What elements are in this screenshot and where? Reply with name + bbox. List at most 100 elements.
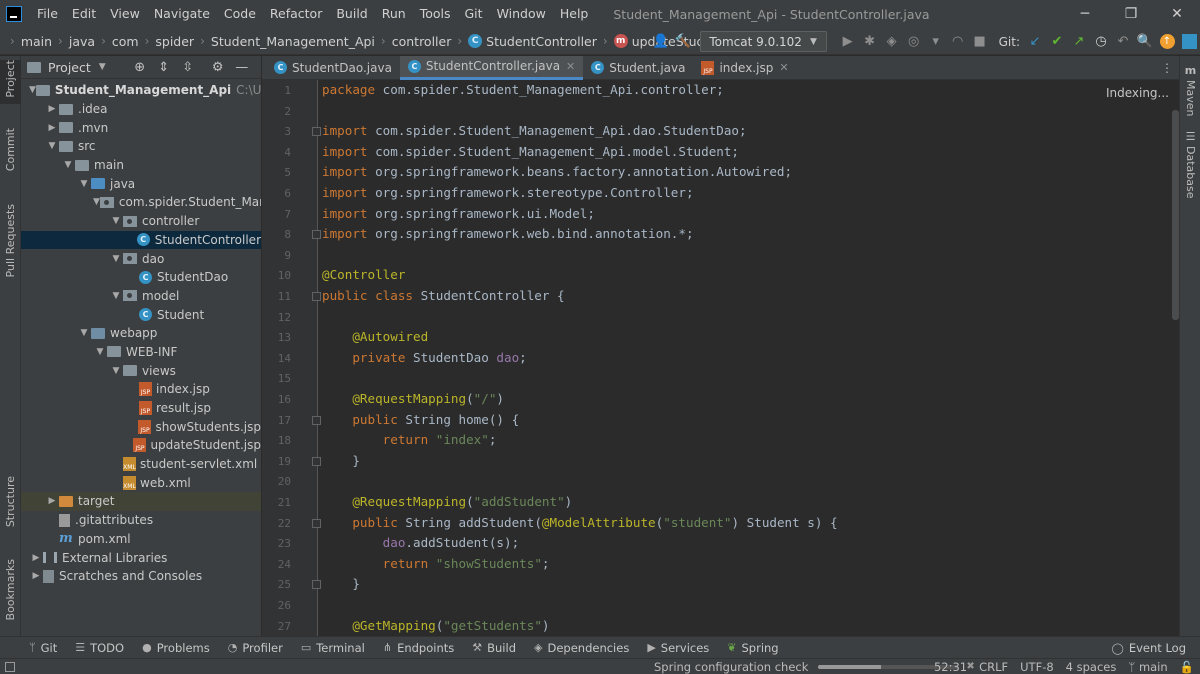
breadcrumb-item[interactable]: main — [19, 34, 54, 49]
tree-item[interactable]: ▼ Student_Management_Api C:\Users\KR — [21, 81, 261, 100]
lock-icon[interactable]: 🔓 — [1180, 660, 1194, 674]
tree-item[interactable]: ▶CStudent — [21, 305, 261, 324]
git-update-icon[interactable]: ↙ — [1024, 31, 1046, 53]
menu-code[interactable]: Code — [217, 0, 263, 28]
menu-run[interactable]: Run — [375, 0, 413, 28]
chevron-right-icon[interactable]: ▶ — [29, 553, 43, 563]
chevron-down-icon[interactable]: ▼ — [109, 254, 123, 264]
chevron-down-icon[interactable]: ▼ — [77, 179, 91, 189]
tool-tab-maven[interactable]: m Maven — [1180, 64, 1200, 116]
run-configuration-select[interactable]: Tomcat 9.0.102 ▼ — [699, 31, 827, 52]
editor-tab[interactable]: C StudentDao.java — [266, 56, 400, 80]
caret-position[interactable]: 52:31 — [934, 660, 967, 674]
code-editor[interactable]: 1 2 3 4 5 6 7 8 9 10 11 12 13 14 15 16 17 18 19 20 21 22 23 24 2… — [262, 80, 1179, 636]
tree-item[interactable]: ▼ dao — [21, 249, 261, 268]
tree-item[interactable]: ▼ model — [21, 287, 261, 306]
editor-scrollbar[interactable] — [1172, 110, 1179, 320]
fold-marker-icon[interactable] — [312, 127, 321, 137]
attach-icon[interactable]: ◠ — [947, 31, 969, 53]
tree-item[interactable]: ▶ target — [21, 492, 261, 511]
tool-button-todo[interactable]: ☰ TODO — [66, 641, 133, 655]
hide-icon[interactable]: — — [231, 56, 253, 78]
tree-item[interactable]: ▶XMLweb.xml — [21, 473, 261, 492]
tree-item[interactable]: ▶JSPresult.jsp — [21, 399, 261, 418]
tool-button-profiler[interactable]: ◔ Profiler — [219, 641, 292, 655]
indent-setting[interactable]: 4 spaces — [1066, 660, 1117, 674]
fold-marker-icon[interactable] — [312, 518, 321, 528]
tool-button-terminal[interactable]: ▭ Terminal — [292, 641, 374, 655]
breadcrumb-item[interactable]: Student_Management_Api — [209, 34, 377, 49]
close-window-button[interactable]: ✕ — [1154, 0, 1200, 28]
search-icon[interactable]: 🔍 — [1134, 31, 1156, 53]
gear-icon[interactable]: ⚙ — [207, 56, 229, 78]
chevron-down-icon[interactable]: ▼ — [93, 347, 107, 357]
menu-file[interactable]: File — [30, 0, 65, 28]
plugin-icon[interactable] — [1178, 31, 1200, 53]
project-view-title[interactable]: Project — [48, 60, 91, 75]
chevron-down-icon[interactable]: ▼ — [45, 141, 59, 151]
fold-marker-icon[interactable] — [312, 292, 321, 301]
tree-item[interactable]: ▶.gitattributes — [21, 511, 261, 530]
menu-edit[interactable]: Edit — [65, 0, 103, 28]
chevron-right-icon[interactable]: ▶ — [45, 104, 59, 114]
tree-item[interactable]: ▼ src — [21, 137, 261, 156]
background-task[interactable]: Spring configuration check ✖ — [654, 660, 975, 674]
tree-item[interactable]: ▶JSPshowStudents.jsp — [21, 417, 261, 436]
tool-tab-bookmarks[interactable]: Bookmarks — [0, 559, 21, 620]
tool-button-problems[interactable]: ● Problems — [133, 641, 219, 655]
tree-item[interactable]: ▼ views — [21, 361, 261, 380]
tree-item[interactable]: ▼ controller — [21, 212, 261, 231]
tool-button-dependencies[interactable]: ◈ Dependencies — [525, 641, 638, 655]
tree-item[interactable]: ▼ WEB-INF — [21, 343, 261, 362]
tool-tab-database[interactable]: ☰ Database — [1180, 130, 1200, 199]
tool-button-build[interactable]: ⚒ Build — [463, 641, 525, 655]
git-push-icon[interactable]: ↗ — [1068, 31, 1090, 53]
editor-tab[interactable]: C Student.java — [583, 56, 693, 80]
breadcrumb-item[interactable]: C StudentController — [466, 34, 599, 49]
user-icon[interactable]: 👤 — [650, 31, 672, 53]
breadcrumb-item[interactable]: com — [110, 34, 141, 49]
fold-marker-icon[interactable] — [312, 580, 321, 590]
update-available-icon[interactable]: ↑ — [1156, 31, 1178, 53]
collapse-all-icon[interactable]: ⇳ — [177, 56, 199, 78]
chevron-right-icon[interactable]: ▶ — [45, 123, 59, 133]
chevron-right-icon[interactable]: ▶ — [29, 571, 43, 581]
tree-item[interactable]: ▶ .idea — [21, 100, 261, 119]
line-separator[interactable]: CRLF — [979, 660, 1008, 674]
menu-git[interactable]: Git — [458, 0, 490, 28]
menu-refactor[interactable]: Refactor — [263, 0, 329, 28]
close-tab-icon[interactable]: ✕ — [566, 60, 575, 73]
chevron-down-icon[interactable]: ▼ — [109, 366, 123, 376]
build-hammer-icon[interactable]: 🔨 — [672, 31, 694, 53]
editor-tab[interactable]: JSP index.jsp ✕ — [693, 56, 796, 80]
fold-marker-icon[interactable] — [312, 415, 321, 425]
event-log-button[interactable]: ◯ Event Log — [1112, 637, 1186, 659]
tool-tab-structure[interactable]: Structure — [0, 476, 21, 527]
chevron-down-icon[interactable]: ▼ — [93, 197, 100, 207]
minimize-button[interactable]: ─ — [1062, 0, 1108, 28]
fold-marker-icon[interactable] — [312, 230, 321, 240]
tree-item[interactable]: ▶CStudentController — [21, 230, 261, 250]
tree-item[interactable]: ▼ main — [21, 156, 261, 175]
chevron-down-icon[interactable]: ▼ — [109, 216, 123, 226]
tree-item[interactable]: ▶ External Libraries — [21, 548, 261, 567]
locate-icon[interactable]: ⊕ — [129, 56, 151, 78]
tree-item[interactable]: ▶CStudentDao — [21, 268, 261, 287]
chevron-down-icon[interactable]: ▼ — [77, 328, 91, 338]
breadcrumb-item[interactable]: controller — [390, 34, 454, 49]
coverage-icon[interactable]: ◈ — [881, 31, 903, 53]
file-encoding[interactable]: UTF-8 — [1020, 660, 1054, 674]
menu-tools[interactable]: Tools — [413, 0, 458, 28]
tool-tab-commit[interactable]: Commit — [0, 128, 21, 171]
chevron-down-icon[interactable]: ▼ — [29, 85, 36, 95]
run-icon[interactable]: ▶ — [837, 31, 859, 53]
chevron-right-icon[interactable]: ▶ — [45, 496, 59, 506]
tabs-options-icon[interactable]: ⋮ — [1161, 56, 1173, 80]
tree-item[interactable]: ▶mpom.xml — [21, 530, 261, 549]
tool-button-spring[interactable]: ❦ Spring — [718, 641, 787, 655]
stop-icon[interactable]: ■ — [969, 31, 991, 53]
tree-item[interactable]: ▶ Scratches and Consoles — [21, 567, 261, 586]
restore-button[interactable]: ❐ — [1108, 0, 1154, 28]
tree-item[interactable]: ▶JSPupdateStudent.jsp — [21, 436, 261, 455]
profile-icon[interactable]: ◎ — [903, 31, 925, 53]
